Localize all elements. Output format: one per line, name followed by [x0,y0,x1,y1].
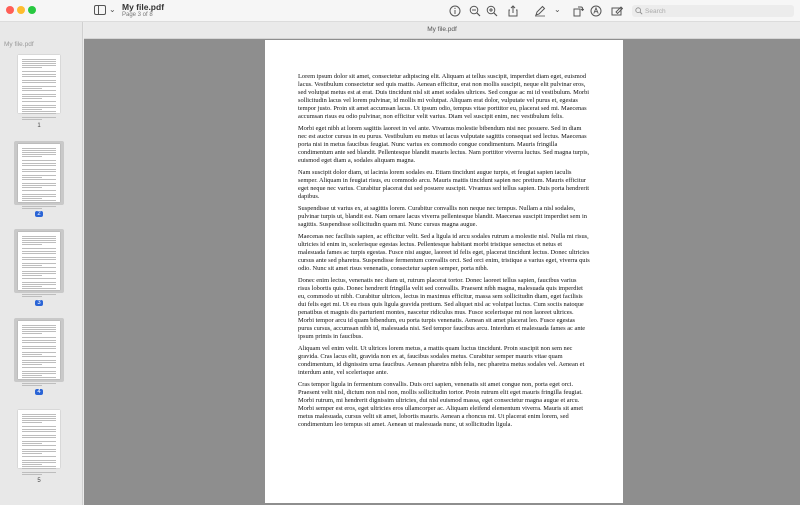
page-thumbnail-5[interactable] [14,407,64,476]
paragraph: Aliquam vel enim velit. Ut ultrices lore… [298,345,585,376]
page-indicator: Page 3 of 8 [122,12,153,18]
paragraph: Donec enim lectus, venenatis nec diam ut… [298,277,586,340]
share-icon[interactable] [506,4,519,17]
page-number-label: 3 [35,300,43,306]
thumbnail-preview [18,144,60,210]
paragraph: Maecenas nec facilisis sapien, ac effici… [298,233,590,272]
page-thumbnail-3[interactable] [14,229,64,298]
paragraph: Cras tempor ligula in fermentum convalli… [298,381,583,428]
paragraph: Nam suscipit dolor diam, ut lacinia lore… [298,169,590,200]
zoom-window-button[interactable] [28,6,36,14]
document-view[interactable]: My file.pdf Lorem ipsum dolor sit amet, … [84,22,800,505]
paragraph: Suspendisse ut varius ex, at sagittis lo… [298,205,587,228]
thumbnail-preview [18,410,60,476]
page-thumbnail-4[interactable] [14,318,64,387]
window-title: My file.pdf [122,2,165,12]
rotate-icon[interactable] [571,4,584,17]
info-icon[interactable] [448,4,461,17]
markup-circle-icon[interactable] [589,4,602,17]
toolbar: ⌄ My file.pdf Page 3 of 8 ⌄ [0,0,800,22]
page-number-label: 4 [35,389,43,395]
thumbnail-preview [18,55,60,121]
page-thumbnail-1[interactable] [14,52,64,121]
page-number-label: 1 [37,123,41,129]
form-icon[interactable] [610,4,623,17]
document-header: My file.pdf [84,22,800,39]
search-icon [635,7,643,15]
page-number-label: 2 [35,211,43,217]
thumbnail-sidebar: My file.pdf 1 2 3 4 5 [0,22,83,505]
thumbnail-preview [18,321,60,387]
sidebar-toggle-icon[interactable] [94,5,106,15]
search-field[interactable] [632,5,794,17]
chevron-down-icon[interactable]: ⌄ [109,4,116,16]
pdf-page[interactable]: Lorem ipsum dolor sit amet, consectetur … [265,40,623,503]
zoom-in-icon[interactable] [485,4,498,17]
pen-icon[interactable] [533,4,546,17]
document-filename: My file.pdf [427,26,457,33]
chevron-down-icon[interactable]: ⌄ [554,4,561,16]
page-thumbnail-2[interactable] [14,141,64,210]
search-input[interactable] [645,5,790,17]
thumbnail-preview [18,232,60,298]
minimize-window-button[interactable] [17,6,25,14]
sidebar-title: My file.pdf [4,41,34,48]
paragraph: Morbi eget nibh at lorem sagittis laoree… [298,125,590,164]
page-number-label: 5 [37,478,41,484]
paragraph: Lorem ipsum dolor sit amet, consectetur … [298,73,590,120]
zoom-out-icon[interactable] [468,4,481,17]
close-window-button[interactable] [6,6,14,14]
